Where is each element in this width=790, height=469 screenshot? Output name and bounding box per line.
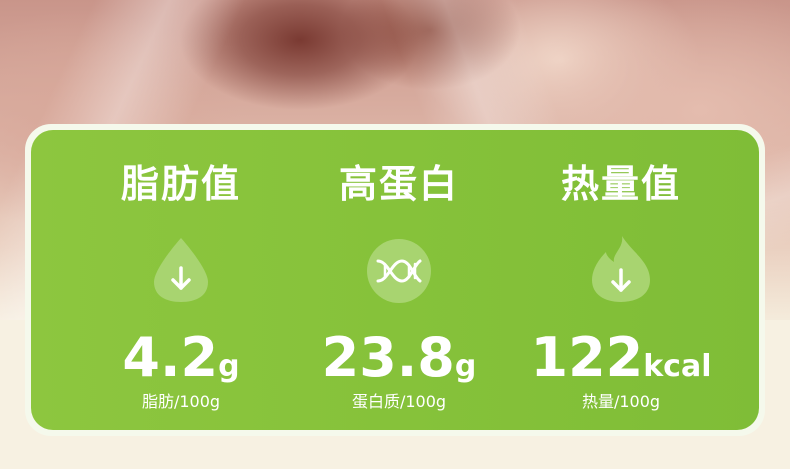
nutrient-fat: 脂肪值 4.2g 脂肪/100g [59,130,303,430]
nutrient-title: 脂肪值 [120,162,241,206]
nutrient-note: 脂肪/100g [141,392,221,411]
nutrient-note: 蛋白质/100g [351,392,447,411]
nutrient-note: 热量/100g [581,392,661,411]
value-number: 122 [530,326,644,389]
fat-drop-down-icon [146,234,216,304]
nutrient-calories: 热量值 122kcal 热量/100g [499,130,743,430]
value-number: 4.2 [122,326,219,389]
value-unit: kcal [643,349,712,384]
value-number: 23.8 [321,326,455,389]
flame-down-icon [586,234,656,304]
nutrient-protein: 高蛋白 23.8g 蛋白质/100g [277,130,521,430]
nutrient-title: 高蛋白 [338,162,459,206]
nutrition-card: 脂肪值 4.2g 脂肪/100g 高蛋白 23.8g 蛋白质/100g 热量值 … [25,124,765,436]
nutrient-title: 热量值 [560,162,681,206]
dna-protein-icon [364,234,434,304]
value-unit: g [454,349,477,384]
nutrition-card-panel: 脂肪值 4.2g 脂肪/100g 高蛋白 23.8g 蛋白质/100g 热量值 … [31,130,759,430]
value-unit: g [218,349,240,384]
